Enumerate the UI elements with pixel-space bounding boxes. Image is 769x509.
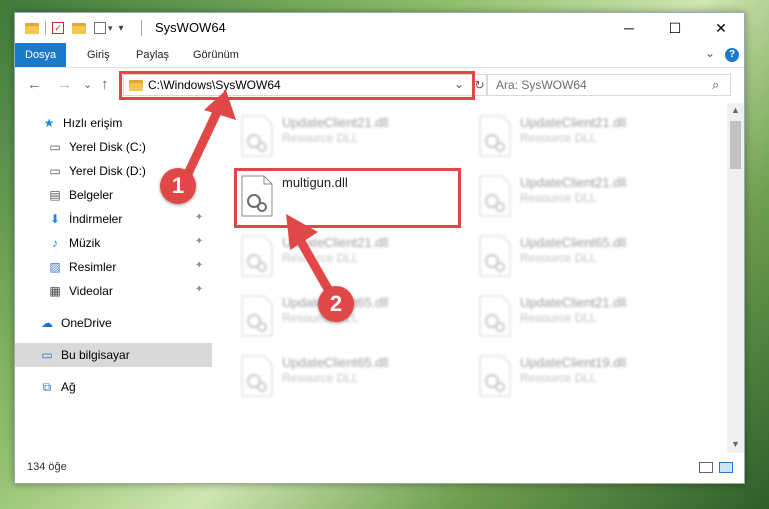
- arrow-1: [181, 90, 236, 183]
- step-2-badge: 2: [318, 286, 354, 322]
- arrow-2: [286, 214, 337, 301]
- step-1-badge: 1: [160, 168, 196, 204]
- annotation-arrows: [181, 90, 337, 301]
